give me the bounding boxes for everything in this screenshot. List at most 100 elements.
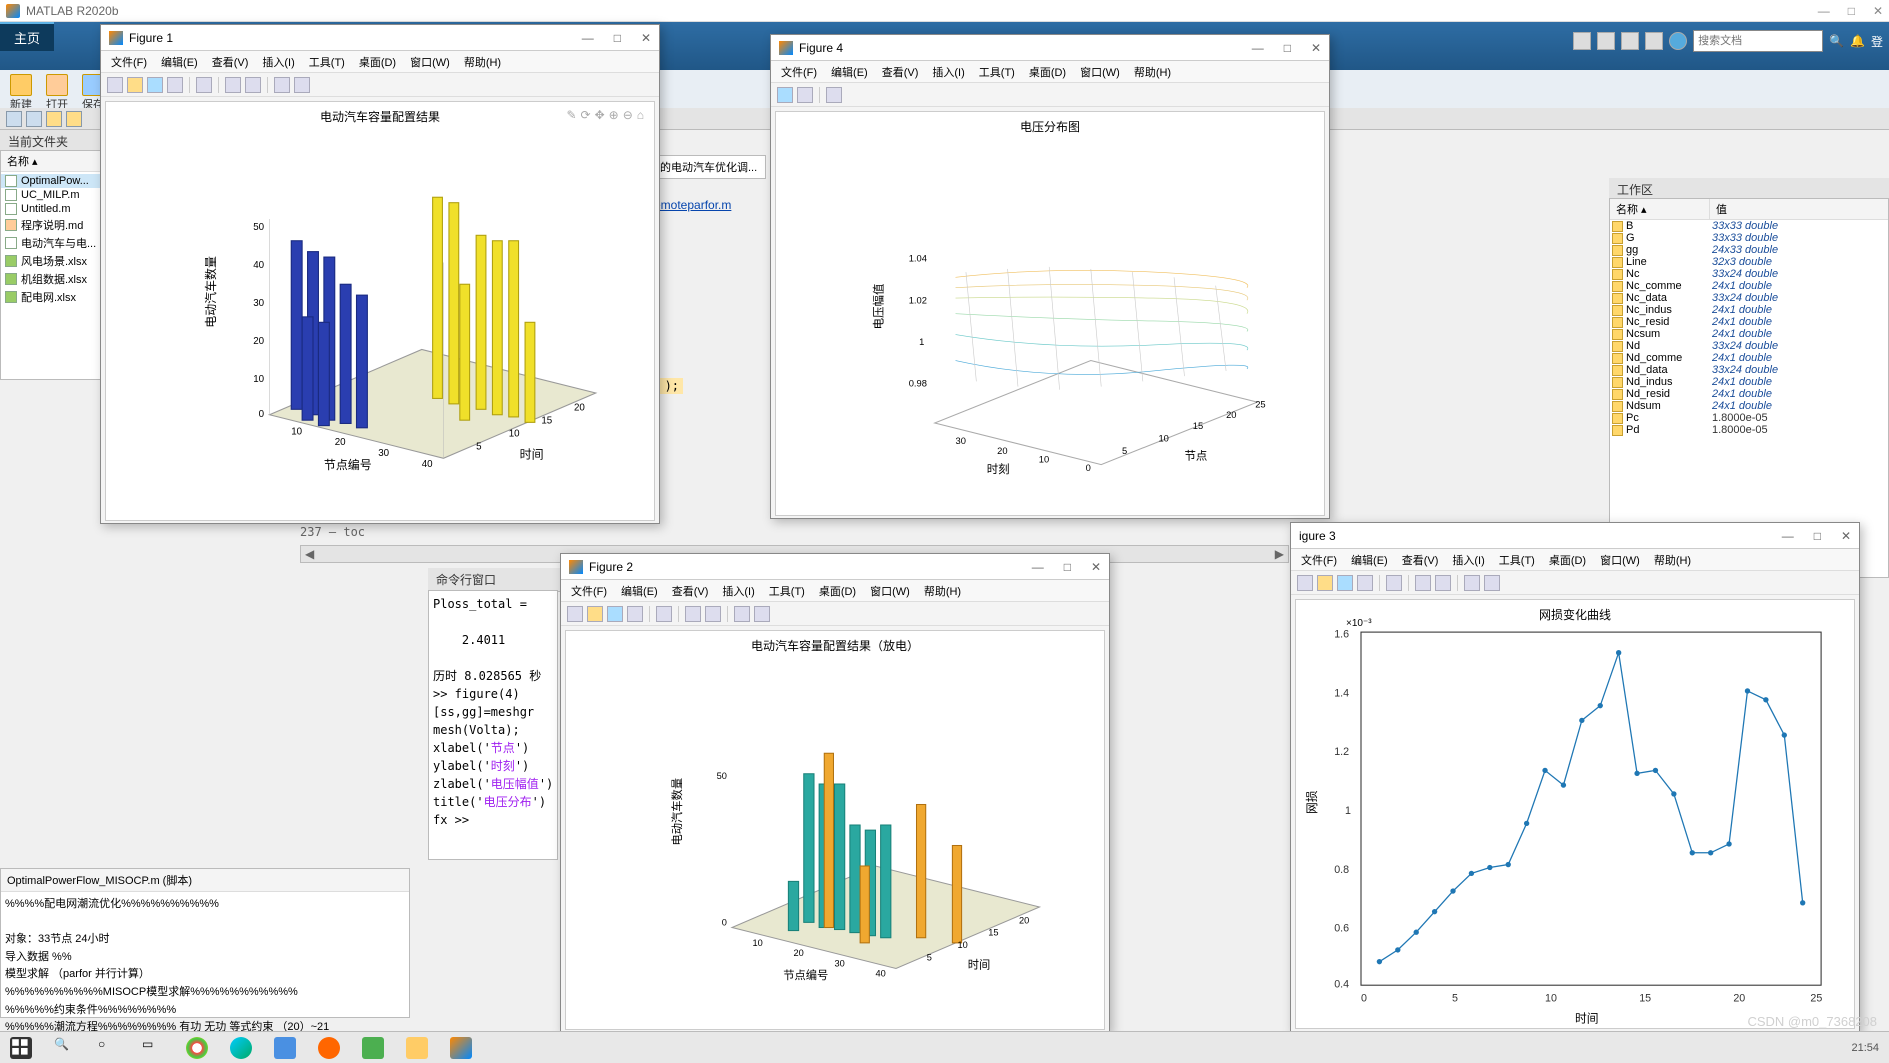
help-icon[interactable] [1669, 32, 1687, 50]
ws-var-row[interactable]: gg24x33 double [1610, 244, 1888, 256]
save-fig-icon[interactable] [607, 606, 623, 622]
command-window[interactable]: Ploss_total = 2.4011 历时 8.028565 秒 >> fi… [428, 590, 558, 860]
minimize-button[interactable]: — [1818, 4, 1830, 18]
pan-icon[interactable]: ✥ [595, 108, 605, 122]
tab-home[interactable]: 主页 [0, 22, 54, 51]
menu-item[interactable]: 编辑(E) [161, 54, 198, 70]
taskview-icon[interactable]: ▭ [142, 1037, 164, 1059]
fig1-axes[interactable]: 电动汽车容量配置结果 ✎ ⟳ ✥ ⊕ ⊖ ⌂ 电动汽车数量 节点编号 时间 [105, 101, 655, 521]
open-icon[interactable] [127, 77, 143, 93]
search-input[interactable] [1693, 30, 1823, 52]
fig3-close[interactable]: ✕ [1841, 529, 1851, 543]
ws-var-row[interactable]: B33x33 double [1610, 220, 1888, 232]
edit-plot-icon[interactable] [294, 77, 310, 93]
menu-item[interactable]: 插入(I) [1452, 552, 1484, 568]
fig2-axes[interactable]: 电动汽车容量配置结果（放电） 电动汽车数量 节点编号 时间 500 102030… [565, 630, 1105, 1030]
copy-icon[interactable] [1621, 32, 1639, 50]
menu-item[interactable]: 插入(I) [932, 64, 964, 80]
menu-item[interactable]: 编辑(E) [621, 583, 658, 599]
fig3-titlebar[interactable]: igure 3 —□✕ [1291, 523, 1859, 549]
ws-var-row[interactable]: Nc_data33x24 double [1610, 292, 1888, 304]
ws-var-row[interactable]: G33x33 double [1610, 232, 1888, 244]
save-fig-icon[interactable] [777, 87, 793, 103]
fig1-max[interactable]: □ [614, 31, 621, 45]
search-icon[interactable]: 🔍 [1829, 34, 1844, 48]
menu-item[interactable]: 文件(F) [1301, 552, 1337, 568]
link-icon[interactable] [656, 606, 672, 622]
print-icon[interactable] [167, 77, 183, 93]
ws-col-value[interactable]: 值 [1710, 199, 1733, 219]
ws-var-row[interactable]: Nd_comme24x1 double [1610, 352, 1888, 364]
fig2-close[interactable]: ✕ [1091, 560, 1101, 574]
menu-item[interactable]: 查看(V) [882, 64, 919, 80]
menu-item[interactable]: 编辑(E) [1351, 552, 1388, 568]
figure-2-window[interactable]: Figure 2 —□✕ 文件(F)编辑(E)查看(V)插入(I)工具(T)桌面… [560, 553, 1110, 1033]
ws-var-row[interactable]: Ndsum24x1 double [1610, 400, 1888, 412]
menu-item[interactable]: 工具(T) [309, 54, 345, 70]
app3-icon[interactable] [274, 1037, 296, 1059]
chrome-icon[interactable] [186, 1037, 208, 1059]
menu-item[interactable]: 桌面(D) [359, 54, 396, 70]
menu-item[interactable]: 工具(T) [1499, 552, 1535, 568]
zoom-in-icon[interactable]: ⊕ [609, 108, 619, 122]
brush-icon[interactable]: ✎ [566, 108, 576, 122]
ws-var-row[interactable]: Nc_comme24x1 double [1610, 280, 1888, 292]
menu-item[interactable]: 桌面(D) [1029, 64, 1066, 80]
menu-item[interactable]: 帮助(H) [924, 583, 961, 599]
print-icon[interactable] [627, 606, 643, 622]
rotate-icon[interactable]: ⟳ [581, 108, 591, 122]
start-icon[interactable] [10, 1037, 32, 1059]
open-icon[interactable] [587, 606, 603, 622]
link-icon[interactable] [196, 77, 212, 93]
figure-1-window[interactable]: Figure 1 —□✕ 文件(F)编辑(E)查看(V)插入(I)工具(T)桌面… [100, 24, 660, 524]
browse-icon[interactable] [66, 111, 82, 127]
ws-var-row[interactable]: Nd33x24 double [1610, 340, 1888, 352]
fig3-axes[interactable]: 网损变化曲线 ×10⁻³ 1.61.41.210.80.60.4 0510152… [1295, 599, 1855, 1029]
edge-icon[interactable] [230, 1037, 252, 1059]
scroll-left-icon[interactable]: ◀ [305, 547, 314, 561]
fig1-titlebar[interactable]: Figure 1 —□✕ [101, 25, 659, 51]
menu-item[interactable]: 窗口(W) [1080, 64, 1120, 80]
ws-var-row[interactable]: Pc1.8000e-05 [1610, 412, 1888, 424]
fig4-titlebar[interactable]: Figure 4 —□✕ [771, 35, 1329, 61]
notification-bell-icon[interactable]: 🔔 [1850, 34, 1865, 48]
save-layout-icon[interactable] [1573, 32, 1591, 50]
fig1-min[interactable]: — [582, 31, 594, 45]
menu-item[interactable]: 查看(V) [1402, 552, 1439, 568]
app4-icon[interactable] [318, 1037, 340, 1059]
maximize-button[interactable]: □ [1848, 4, 1855, 18]
new-fig-icon[interactable] [107, 77, 123, 93]
figure-3-window[interactable]: igure 3 —□✕ 文件(F)编辑(E)查看(V)插入(I)工具(T)桌面(… [1290, 522, 1860, 1032]
search-taskbar-icon[interactable]: 🔍 [54, 1037, 76, 1059]
ws-var-row[interactable]: Ncsum24x1 double [1610, 328, 1888, 340]
dock-icon[interactable] [685, 606, 701, 622]
fig4-min[interactable]: — [1252, 41, 1264, 55]
close-button[interactable]: ✕ [1873, 4, 1883, 18]
new-fig-icon[interactable] [1297, 575, 1313, 591]
figure-4-window[interactable]: Figure 4 —□✕ 文件(F)编辑(E)查看(V)插入(I)工具(T)桌面… [770, 34, 1330, 519]
paste-icon[interactable] [1645, 32, 1663, 50]
menu-item[interactable]: 帮助(H) [464, 54, 501, 70]
fig4-close[interactable]: ✕ [1311, 41, 1321, 55]
save-fig-icon[interactable] [1337, 575, 1353, 591]
menu-item[interactable]: 文件(F) [571, 583, 607, 599]
print-icon[interactable] [797, 87, 813, 103]
explorer-icon[interactable] [406, 1037, 428, 1059]
fig4-max[interactable]: □ [1284, 41, 1291, 55]
open-icon[interactable] [1317, 575, 1333, 591]
ws-var-row[interactable]: Line32x3 double [1610, 256, 1888, 268]
back-icon[interactable] [6, 111, 22, 127]
cortana-icon[interactable]: ○ [98, 1037, 120, 1059]
fig3-min[interactable]: — [1782, 529, 1794, 543]
dock-icon[interactable] [1415, 575, 1431, 591]
ws-var-row[interactable]: Nd_data33x24 double [1610, 364, 1888, 376]
login-label[interactable]: 登 [1871, 33, 1883, 50]
colorbar-icon[interactable] [245, 77, 261, 93]
menu-item[interactable]: 工具(T) [979, 64, 1015, 80]
save-fig-icon[interactable] [147, 77, 163, 93]
app5-icon[interactable] [362, 1037, 384, 1059]
zoom-out-icon[interactable]: ⊖ [623, 108, 633, 122]
up-folder-icon[interactable] [46, 111, 62, 127]
menu-item[interactable]: 帮助(H) [1134, 64, 1171, 80]
colorbar-icon[interactable] [826, 87, 842, 103]
